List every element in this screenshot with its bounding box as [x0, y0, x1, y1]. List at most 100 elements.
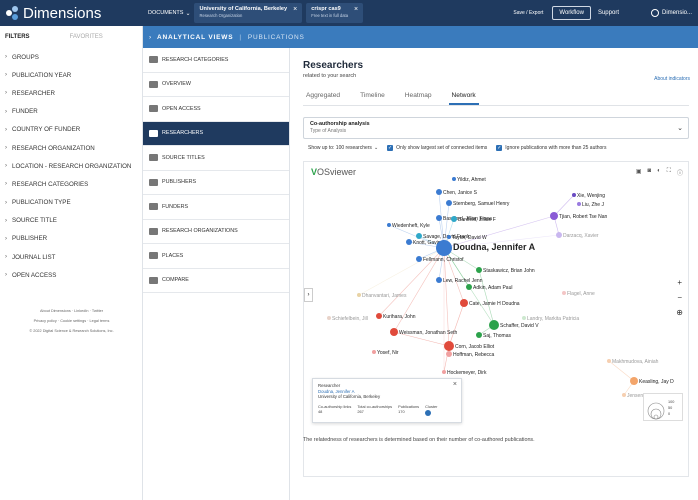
filter-item[interactable]: › PUBLICATION YEAR	[0, 66, 142, 84]
zoom-out-icon[interactable]: −	[677, 293, 682, 302]
network-node[interactable]	[416, 256, 422, 262]
support-link[interactable]: Support	[598, 10, 619, 16]
info-icon[interactable]: ⓘ	[677, 168, 683, 177]
tab-timeline[interactable]: Timeline	[357, 90, 388, 105]
save-icon[interactable]: ▣	[636, 168, 642, 177]
network-node[interactable]	[630, 377, 638, 385]
filter-label: PUBLICATION TYPE	[12, 199, 71, 207]
filter-item[interactable]: › COUNTRY OF FUNDER	[0, 121, 142, 139]
camera-icon[interactable]: ◙	[648, 168, 652, 177]
network-node[interactable]	[607, 359, 611, 363]
about-indicators-link[interactable]: About indicators	[654, 76, 690, 82]
save-export-link[interactable]: Save / Export	[513, 10, 543, 16]
network-node[interactable]	[476, 267, 482, 273]
chevron-right-icon: ›	[5, 254, 7, 261]
network-node[interactable]	[451, 216, 457, 222]
workflow-button[interactable]: Workflow	[552, 6, 591, 20]
tab-favorites[interactable]: FAVORITES	[70, 34, 103, 40]
network-node[interactable]	[522, 316, 526, 320]
network-node[interactable]	[447, 235, 451, 239]
close-icon[interactable]: ×	[293, 6, 297, 13]
filter-item[interactable]: › PUBLISHER	[0, 230, 142, 248]
filter-item[interactable]: › FUNDER	[0, 103, 142, 121]
view-item[interactable]: COMPARE	[143, 269, 289, 293]
network-note: The relatedness of researchers is determ…	[303, 437, 535, 443]
network-node[interactable]	[446, 200, 452, 206]
vosviewer-network[interactable]: Yildiz, Ahmet Chen, Janice S Sternberg, Sa…	[303, 161, 689, 477]
network-node[interactable]	[460, 299, 468, 307]
documents-dropdown[interactable]: DOCUMENTS ⌄	[148, 10, 190, 17]
view-item[interactable]: OPEN ACCESS	[143, 97, 289, 122]
network-node[interactable]	[577, 202, 581, 206]
filter-item[interactable]: › RESEARCH ORGANIZATION	[0, 139, 142, 157]
user-menu[interactable]: Dimensio...	[650, 9, 692, 17]
filter-item[interactable]: › OPEN ACCESS	[0, 266, 142, 284]
view-item[interactable]: OVERVIEW	[143, 73, 289, 97]
network-node[interactable]	[442, 370, 446, 374]
network-node[interactable]	[622, 393, 626, 397]
network-node[interactable]	[572, 193, 576, 197]
chip-title: University of California, Berkeley	[199, 6, 288, 12]
zoom-in-icon[interactable]: +	[677, 278, 682, 287]
contrast-icon[interactable]: ◐	[657, 168, 661, 177]
filter-item[interactable]: › GROUPS	[0, 48, 142, 66]
network-node[interactable]	[390, 328, 398, 336]
network-node[interactable]	[357, 293, 361, 297]
network-node[interactable]	[446, 351, 452, 357]
close-icon[interactable]: ×	[453, 381, 457, 388]
network-node[interactable]	[550, 212, 558, 220]
network-node[interactable]	[452, 177, 456, 181]
network-node[interactable]	[436, 240, 452, 256]
analysis-type-select[interactable]: Co-authorship analysis Type of Analysis …	[303, 117, 689, 139]
view-item[interactable]: RESEARCH ORGANIZATIONS	[143, 220, 289, 244]
view-item[interactable]: PLACES	[143, 244, 289, 269]
view-item[interactable]: SOURCE TITLES	[143, 146, 289, 171]
close-icon[interactable]: ×	[354, 6, 358, 13]
network-node[interactable]	[444, 341, 454, 351]
network-node[interactable]	[387, 223, 391, 227]
view-item[interactable]: RESEARCHERS	[143, 121, 289, 146]
tab-aggregated[interactable]: Aggregated	[303, 90, 343, 105]
network-node[interactable]	[436, 277, 442, 283]
network-node[interactable]	[476, 332, 482, 338]
network-node[interactable]	[327, 316, 331, 320]
chevron-right-icon[interactable]: ›	[149, 34, 152, 41]
view-item[interactable]: RESEARCH CATEGORIES	[143, 48, 289, 73]
filter-item[interactable]: › LOCATION - RESEARCH ORGANIZATION	[0, 157, 142, 175]
show-up-to-dropdown[interactable]: Show up to: 100 researchers ⌄	[308, 145, 378, 151]
building-icon	[149, 178, 158, 186]
footer-legal[interactable]: Privacy policy · Cookie settings · Legal…	[0, 316, 143, 326]
filter-item[interactable]: › PUBLICATION TYPE	[0, 194, 142, 212]
search-chip-query[interactable]: crispr cas9 Free text in full data ×	[306, 3, 364, 23]
network-node[interactable]	[372, 350, 376, 354]
filter-item[interactable]: › SOURCE TITLE	[0, 212, 142, 230]
filter-item[interactable]: › JOURNAL LIST	[0, 248, 142, 266]
network-graph[interactable]: Yildiz, Ahmet Chen, Janice S Sternberg, Sa…	[304, 162, 689, 477]
recenter-icon[interactable]: ⊕	[676, 308, 683, 317]
network-node[interactable]	[556, 232, 562, 238]
node-label: Schaffer, David V	[500, 323, 539, 329]
network-node[interactable]	[466, 284, 472, 290]
view-item[interactable]: PUBLISHERS	[143, 171, 289, 195]
tab-filters[interactable]: FILTERS	[5, 34, 30, 40]
footer-links[interactable]: About Dimensions · LinkedIn · Twitter	[0, 306, 143, 316]
view-item[interactable]: FUNDERS	[143, 195, 289, 220]
network-node[interactable]	[416, 233, 422, 239]
tab-network[interactable]: Network	[448, 90, 479, 105]
largest-set-checkbox[interactable]: ✓ Only show largest set of connected ite…	[387, 145, 487, 151]
filter-item[interactable]: › RESEARCH CATEGORIES	[0, 175, 142, 193]
search-chip-organization[interactable]: University of California, Berkeley Resea…	[194, 3, 303, 23]
node-label: Darzacq, Xavier	[563, 233, 599, 239]
network-node[interactable]	[562, 291, 566, 295]
network-node[interactable]	[489, 320, 499, 330]
tab-heatmap[interactable]: Heatmap	[402, 90, 435, 105]
dimensions-logo[interactable]: Dimensions	[0, 5, 143, 22]
network-node[interactable]	[376, 313, 382, 319]
chevron-right-icon[interactable]: ›	[304, 288, 313, 302]
network-node[interactable]	[436, 215, 442, 221]
network-node[interactable]	[436, 189, 442, 195]
fullscreen-icon[interactable]: ⛶	[667, 168, 671, 177]
ignore-pubs-checkbox[interactable]: ✓ Ignore publications with more than 25 …	[496, 145, 606, 151]
network-node[interactable]	[406, 239, 412, 245]
filter-item[interactable]: › RESEARCHER	[0, 84, 142, 102]
